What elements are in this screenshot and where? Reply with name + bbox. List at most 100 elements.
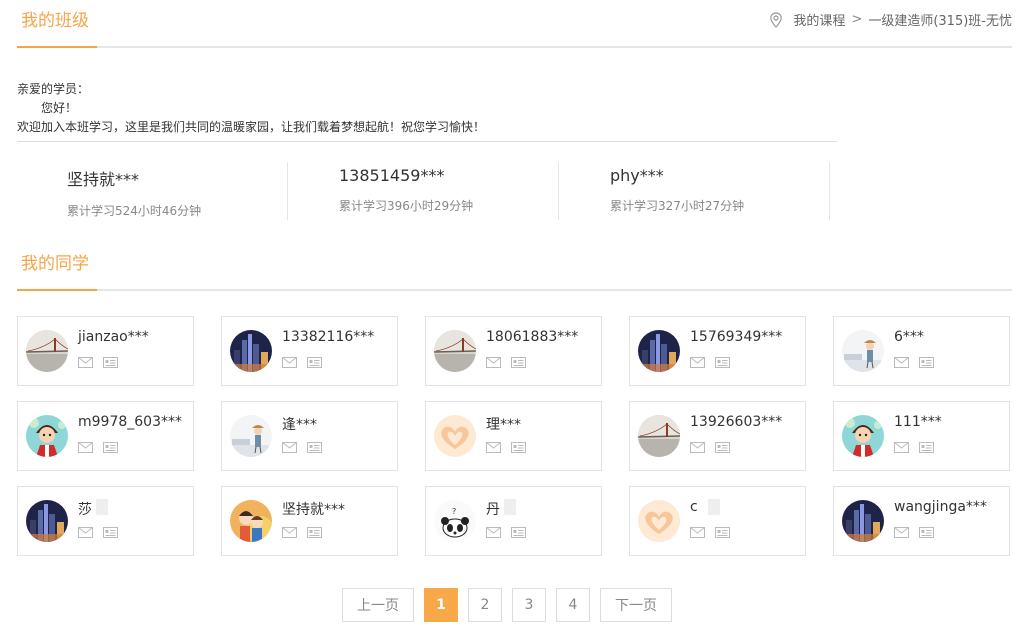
classmate-card[interactable]: 111*** xyxy=(833,401,1010,471)
classmate-card[interactable]: 13926603*** xyxy=(629,401,806,471)
mail-icon[interactable] xyxy=(78,527,93,538)
profile-card-icon[interactable] xyxy=(715,442,730,453)
classmate-card[interactable]: 6*** xyxy=(833,316,1010,386)
mail-icon[interactable] xyxy=(690,527,705,538)
page-title: 我的班级 xyxy=(21,11,89,31)
mail-icon[interactable] xyxy=(486,527,501,538)
classmate-avatar[interactable] xyxy=(230,330,272,372)
classmate-card[interactable]: c xyxy=(629,486,806,556)
classmate-name[interactable]: 丹 xyxy=(486,499,500,519)
classmates-title: 我的同学 xyxy=(21,254,89,274)
page-button-4[interactable]: 4 xyxy=(556,588,590,622)
welcome-message: 亲爱的学员： 您好！ 欢迎加入本班学习，这里是我们共同的温暖家园，让我们载着梦想… xyxy=(17,80,837,142)
classmate-name[interactable]: 逢*** xyxy=(282,414,317,434)
classmate-card[interactable]: wangjinga*** xyxy=(833,486,1010,556)
classmate-card[interactable]: 13382116*** xyxy=(221,316,398,386)
classmate-avatar[interactable] xyxy=(26,415,68,457)
profile-card-icon[interactable] xyxy=(715,357,730,368)
classmate-name[interactable]: wangjinga*** xyxy=(894,499,987,515)
breadcrumb-separator: > xyxy=(851,12,863,27)
classmate-card[interactable]: 逢*** xyxy=(221,401,398,471)
classmate-actions xyxy=(486,527,526,538)
classmate-actions xyxy=(894,442,934,453)
mail-icon[interactable] xyxy=(690,442,705,453)
classmate-avatar[interactable] xyxy=(434,330,476,372)
classmate-name[interactable]: 坚持就*** xyxy=(282,499,345,519)
classmate-card[interactable]: 莎 xyxy=(17,486,194,556)
profile-card-icon[interactable] xyxy=(919,527,934,538)
mail-icon[interactable] xyxy=(894,527,909,538)
mail-icon[interactable] xyxy=(690,357,705,368)
profile-card-icon[interactable] xyxy=(103,527,118,538)
classmate-card[interactable]: ? 丹 xyxy=(425,486,602,556)
classmate-avatar[interactable] xyxy=(230,415,272,457)
profile-card-icon[interactable] xyxy=(307,442,322,453)
study-ranking: 坚持就*** 累计学习524小时46分钟 13851459*** 累计学习396… xyxy=(17,162,837,222)
classmate-avatar[interactable]: ? xyxy=(434,500,476,542)
prev-page-button[interactable]: 上一页 xyxy=(342,588,414,622)
classmate-avatar[interactable] xyxy=(434,415,476,457)
classmate-avatar[interactable] xyxy=(26,330,68,372)
profile-card-icon[interactable] xyxy=(511,527,526,538)
classmate-name[interactable]: 111*** xyxy=(894,414,942,430)
classmate-avatar[interactable] xyxy=(26,500,68,542)
mail-icon[interactable] xyxy=(894,442,909,453)
classmate-name[interactable]: 莎 xyxy=(78,499,92,519)
classmate-avatar[interactable] xyxy=(230,500,272,542)
profile-card-icon[interactable] xyxy=(511,357,526,368)
classmate-name[interactable]: c xyxy=(690,499,698,515)
mail-icon[interactable] xyxy=(282,527,297,538)
classmate-actions xyxy=(78,527,118,538)
classmate-avatar[interactable] xyxy=(842,500,884,542)
mail-icon[interactable] xyxy=(78,357,93,368)
classmate-card[interactable]: 坚持就*** xyxy=(221,486,398,556)
classmates-header: 我的同学 xyxy=(17,243,1012,291)
classmate-avatar[interactable] xyxy=(842,330,884,372)
mail-icon[interactable] xyxy=(282,357,297,368)
page-button-3[interactable]: 3 xyxy=(512,588,546,622)
mail-icon[interactable] xyxy=(78,442,93,453)
classmate-name[interactable]: 13382116*** xyxy=(282,329,374,345)
classmate-name[interactable]: 6*** xyxy=(894,329,924,345)
classmate-name[interactable]: jianzao*** xyxy=(78,329,149,345)
ranking-item: phy*** 累计学习327小时27分钟 xyxy=(559,162,830,220)
location-pin-icon xyxy=(770,11,783,28)
classmate-card[interactable]: jianzao*** xyxy=(17,316,194,386)
redacted-name-patch xyxy=(504,499,516,515)
classmate-avatar[interactable] xyxy=(638,330,680,372)
profile-card-icon[interactable] xyxy=(919,357,934,368)
next-page-button[interactable]: 下一页 xyxy=(600,588,672,622)
mail-icon[interactable] xyxy=(486,357,501,368)
classmate-avatar[interactable] xyxy=(842,415,884,457)
classmate-actions xyxy=(78,357,118,368)
classmate-avatar[interactable] xyxy=(638,415,680,457)
classmate-name[interactable]: 15769349*** xyxy=(690,329,782,345)
classmate-actions xyxy=(690,527,730,538)
classmate-name[interactable]: m9978_603*** xyxy=(78,414,182,430)
profile-card-icon[interactable] xyxy=(715,527,730,538)
mail-icon[interactable] xyxy=(894,357,909,368)
classmate-card[interactable]: 18061883*** xyxy=(425,316,602,386)
profile-card-icon[interactable] xyxy=(103,442,118,453)
class-header: 我的班级 我的课程 > 一级建造师(315)班-无忧 xyxy=(17,0,1012,48)
page-button-2[interactable]: 2 xyxy=(468,588,502,622)
classmate-card[interactable]: 15769349*** xyxy=(629,316,806,386)
breadcrumb-my-courses[interactable]: 我的课程 xyxy=(793,10,845,29)
classmate-actions xyxy=(690,442,730,453)
classmate-name[interactable]: 18061883*** xyxy=(486,329,578,345)
mail-icon[interactable] xyxy=(282,442,297,453)
classmate-name[interactable]: 理*** xyxy=(486,414,521,434)
profile-card-icon[interactable] xyxy=(919,442,934,453)
mail-icon[interactable] xyxy=(486,442,501,453)
ranking-name: 13851459*** xyxy=(339,166,445,185)
profile-card-icon[interactable] xyxy=(307,527,322,538)
classmate-card[interactable]: m9978_603*** xyxy=(17,401,194,471)
classmate-avatar[interactable] xyxy=(638,500,680,542)
classmate-name[interactable]: 13926603*** xyxy=(690,414,782,430)
profile-card-icon[interactable] xyxy=(307,357,322,368)
profile-card-icon[interactable] xyxy=(511,442,526,453)
ranking-name: phy*** xyxy=(610,166,664,185)
page-button-1[interactable]: 1 xyxy=(424,588,458,622)
profile-card-icon[interactable] xyxy=(103,357,118,368)
classmate-card[interactable]: 理*** xyxy=(425,401,602,471)
